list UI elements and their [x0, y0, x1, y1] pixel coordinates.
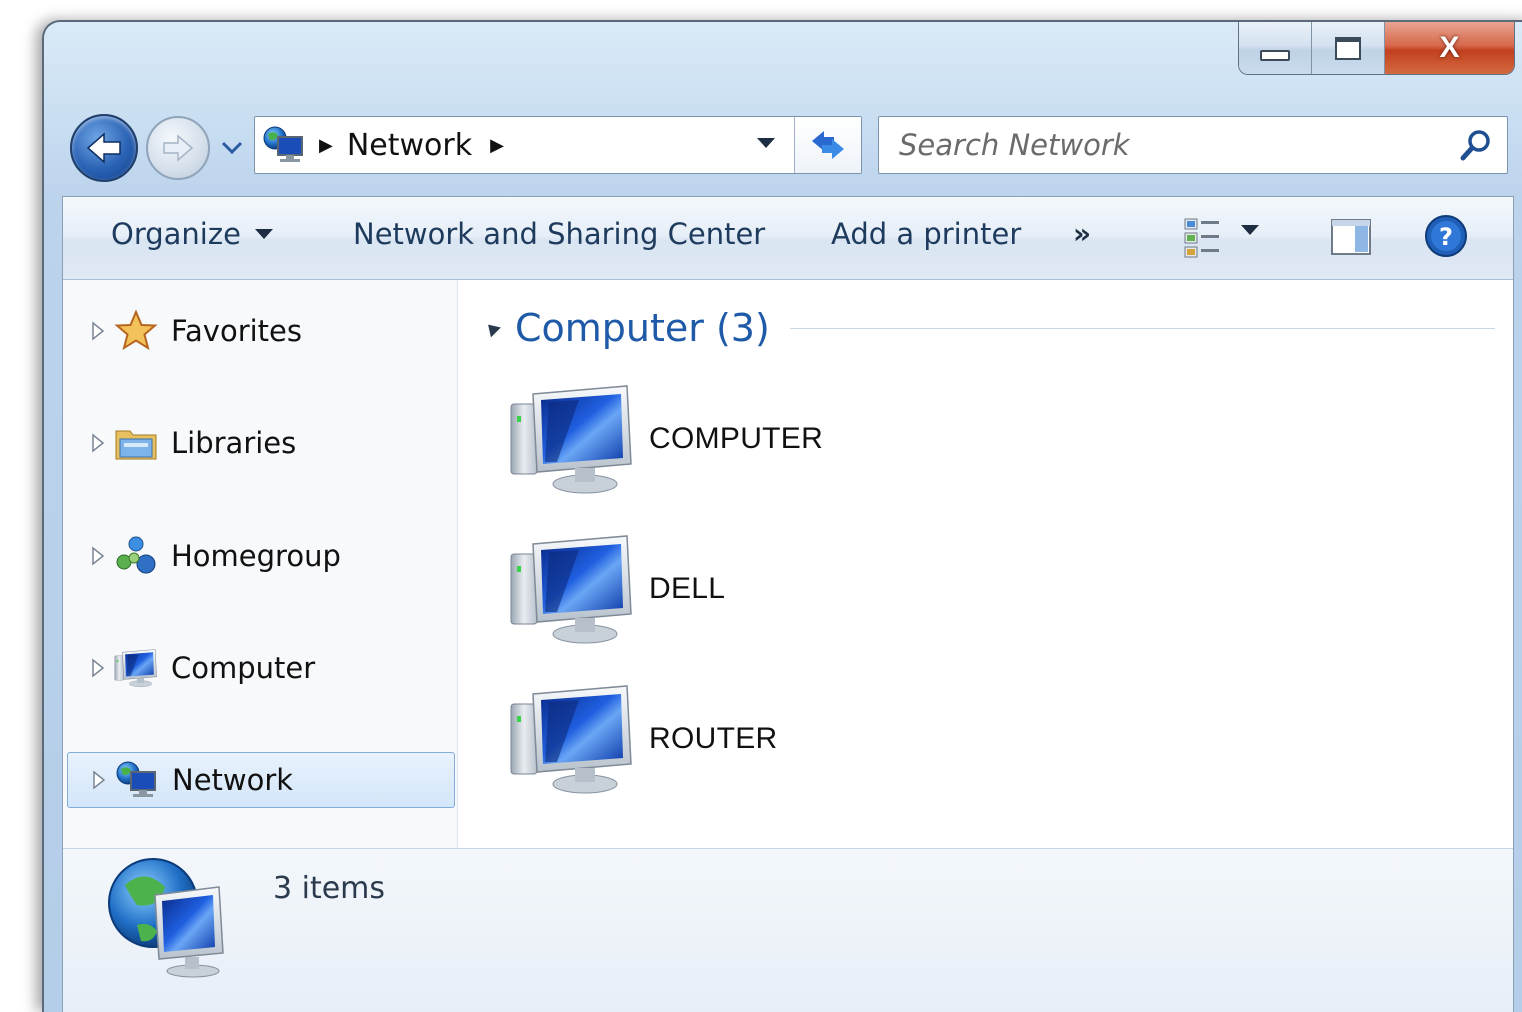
- preview-pane-icon: [1331, 219, 1371, 255]
- network-sharing-center-button[interactable]: Network and Sharing Center: [353, 217, 765, 251]
- breadcrumb-network[interactable]: Network: [347, 128, 472, 163]
- sidebar-item-favorites[interactable]: Favorites: [67, 304, 453, 358]
- search-icon[interactable]: [1451, 120, 1501, 170]
- search-input[interactable]: [879, 116, 1451, 174]
- close-button[interactable]: X: [1385, 22, 1514, 74]
- item-count: 3 items: [273, 871, 386, 906]
- address-bar[interactable]: ▶ Network ▶: [254, 116, 862, 174]
- list-item[interactable]: ROUTER: [509, 684, 777, 794]
- preview-pane-button[interactable]: [1329, 215, 1373, 259]
- network-icon: [259, 120, 309, 170]
- back-button[interactable]: [70, 114, 138, 182]
- list-item-label: COMPUTER: [649, 422, 824, 455]
- star-icon: [113, 308, 159, 354]
- computer-icon: [509, 384, 635, 494]
- command-bar: Organize Network and Sharing Center Add …: [63, 197, 1513, 280]
- list-item[interactable]: DELL: [509, 534, 725, 644]
- help-button[interactable]: ?: [1423, 213, 1469, 259]
- back-arrow-icon: [86, 132, 121, 164]
- network-icon: [114, 757, 160, 803]
- forward-button[interactable]: [146, 116, 210, 180]
- chevron-down-icon: [254, 229, 273, 239]
- computer-icon: [509, 684, 635, 794]
- list-item-label: DELL: [649, 572, 726, 605]
- group-title: Computer (3): [515, 306, 770, 350]
- refresh-icon: [812, 131, 844, 159]
- sidebar-item-label: Libraries: [171, 426, 297, 460]
- expand-icon[interactable]: [91, 432, 105, 454]
- network-globe-icon: [108, 858, 224, 978]
- caption-buttons: X: [1238, 22, 1515, 75]
- expand-icon[interactable]: [91, 657, 105, 679]
- explorer-window: X ▶ Network ▶ Search Network Organize Ne…: [42, 20, 1522, 1012]
- organize-button[interactable]: Organize: [111, 217, 273, 251]
- minimize-button[interactable]: [1239, 22, 1312, 74]
- chevron-down-icon: [757, 138, 775, 148]
- sidebar-item-libraries[interactable]: Libraries: [67, 416, 453, 470]
- maximize-icon: [1335, 36, 1361, 60]
- details-pane: 3 items: [63, 848, 1513, 1012]
- chevron-right-double-icon: »: [1073, 217, 1092, 250]
- view-options-dropdown[interactable]: [1241, 225, 1259, 235]
- recent-pages-button[interactable]: [220, 136, 244, 160]
- sidebar-item-label: Homegroup: [171, 539, 341, 573]
- collapse-icon[interactable]: [483, 319, 501, 337]
- computer-icon: [113, 645, 159, 691]
- refresh-button[interactable]: [794, 117, 861, 173]
- breadcrumb-separator-icon[interactable]: ▶: [490, 135, 504, 156]
- add-printer-label: Add a printer: [831, 217, 1022, 251]
- list-item[interactable]: COMPUTER: [509, 384, 823, 494]
- expand-icon[interactable]: [91, 545, 105, 567]
- libraries-icon: [113, 420, 159, 466]
- homegroup-icon: [113, 533, 159, 579]
- expand-icon[interactable]: [92, 769, 106, 791]
- chevron-down-icon: [1241, 225, 1259, 235]
- group-divider: [789, 327, 1495, 329]
- sidebar-item-label: Favorites: [171, 314, 302, 348]
- network-sharing-center-label: Network and Sharing Center: [353, 217, 766, 251]
- file-list: Computer (3) COMPUTER DELL ROUTER: [459, 280, 1513, 848]
- sidebar-item-label: Computer: [171, 651, 316, 685]
- group-header[interactable]: Computer (3): [483, 306, 1495, 350]
- organize-label: Organize: [111, 217, 241, 251]
- sidebar-item-homegroup[interactable]: Homegroup: [67, 529, 453, 583]
- breadcrumb-separator-icon[interactable]: ▶: [319, 135, 333, 156]
- sidebar-item-label: Network: [172, 763, 294, 797]
- close-icon: X: [1439, 31, 1460, 64]
- expand-icon[interactable]: [91, 320, 105, 342]
- computer-icon: [509, 534, 635, 644]
- sidebar-item-computer[interactable]: Computer: [67, 641, 453, 695]
- list-item-label: ROUTER: [649, 722, 778, 755]
- more-commands-button[interactable]: »: [1073, 217, 1091, 250]
- address-dropdown-button[interactable]: [757, 133, 775, 152]
- forward-arrow-icon: [163, 134, 194, 162]
- svg-text:?: ?: [1439, 223, 1453, 251]
- navigation-pane: Favorites Libraries Homegroup Computer N…: [63, 280, 458, 848]
- chevron-down-icon: [221, 141, 243, 155]
- minimize-icon: [1260, 49, 1290, 61]
- sidebar-item-network[interactable]: Network: [67, 752, 455, 808]
- change-view-button[interactable]: [1181, 215, 1225, 259]
- maximize-button[interactable]: [1312, 22, 1385, 74]
- search-box: [878, 116, 1508, 174]
- help-icon: ?: [1425, 215, 1467, 257]
- client-area: Organize Network and Sharing Center Add …: [62, 196, 1514, 1012]
- add-printer-button[interactable]: Add a printer: [831, 217, 1021, 251]
- view-details-icon: [1184, 218, 1219, 258]
